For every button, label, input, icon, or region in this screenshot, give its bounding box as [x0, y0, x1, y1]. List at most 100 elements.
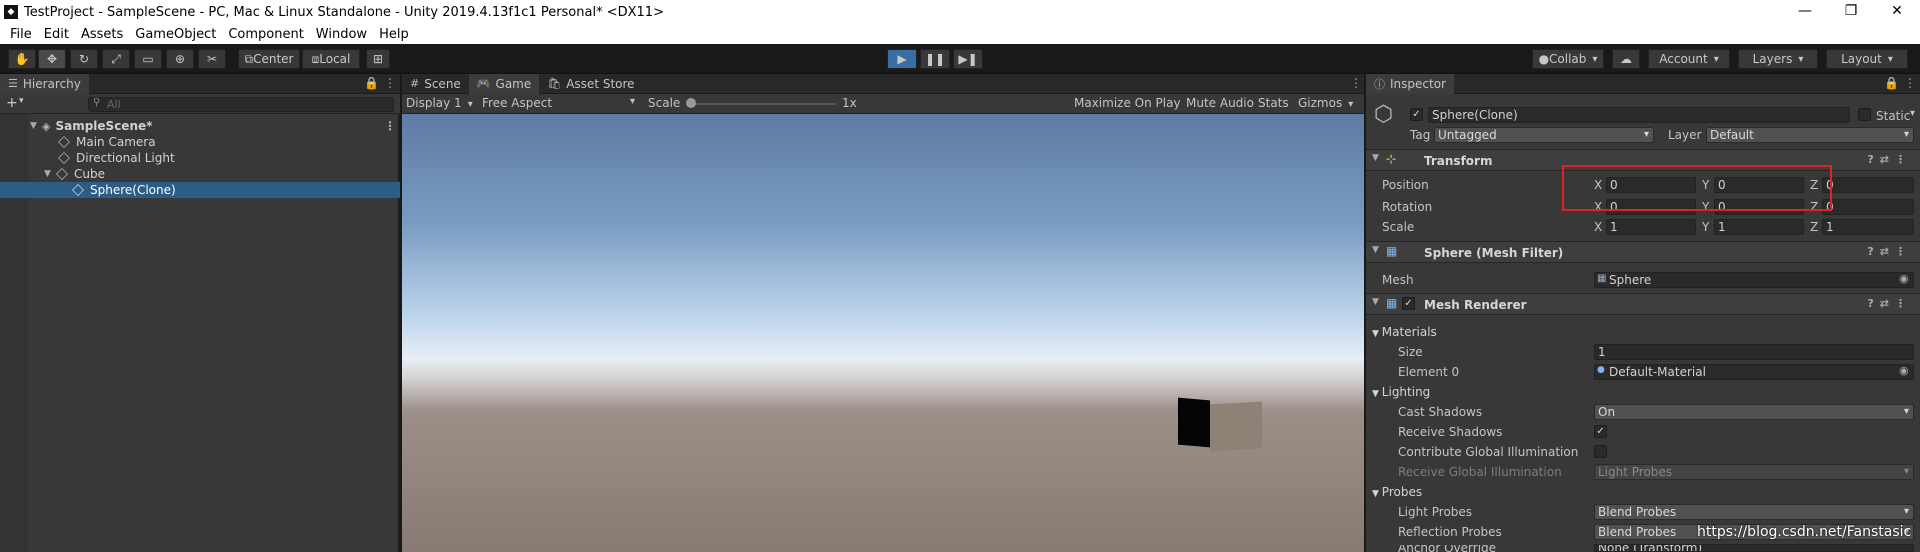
- more-menu-icon[interactable]: ⋮: [384, 76, 396, 90]
- object-picker-icon[interactable]: ◉: [1899, 272, 1909, 285]
- mesh-field[interactable]: Sphere: [1594, 272, 1914, 288]
- component-header-icons[interactable]: ?⇄⋮: [1867, 153, 1912, 166]
- menu-gameobject[interactable]: GameObject: [129, 27, 222, 42]
- object-name-field[interactable]: Sphere(Clone): [1428, 107, 1850, 123]
- cast-shadows-dropdown[interactable]: On: [1594, 404, 1914, 420]
- static-checkbox[interactable]: [1858, 108, 1871, 121]
- collapse-arrow-icon[interactable]: ▼: [1372, 153, 1379, 163]
- layer-dropdown[interactable]: Default: [1706, 127, 1914, 143]
- collab-button[interactable]: ● Collab: [1532, 49, 1604, 69]
- scale-z-field[interactable]: 1: [1822, 219, 1914, 235]
- expand-arrow-icon[interactable]: ▼: [30, 121, 42, 131]
- expand-arrow-icon[interactable]: ▼: [44, 169, 56, 179]
- rect-tool-icon[interactable]: ▭: [134, 49, 162, 69]
- scale-label: Scale: [648, 96, 681, 110]
- grid-snap-icon[interactable]: ⊞: [366, 49, 390, 69]
- size-label: Size: [1398, 345, 1423, 359]
- cloud-icon[interactable]: ☁: [1612, 49, 1640, 69]
- layout-dropdown[interactable]: Layout: [1826, 49, 1908, 69]
- more-menu-icon[interactable]: ⋮: [1904, 76, 1916, 90]
- pause-button[interactable]: ❚❚: [920, 49, 950, 69]
- element0-field[interactable]: Default-Material: [1594, 364, 1914, 380]
- menu-window[interactable]: Window: [310, 27, 373, 42]
- inspector-panel: ⓘ Inspector 🔒 ⋮ ⬡ ✓ Sphere(Clone) Static …: [1366, 73, 1920, 552]
- menu-assets[interactable]: Assets: [75, 27, 129, 42]
- rotate-tool-icon[interactable]: ↻: [70, 49, 98, 69]
- close-button[interactable]: ✕: [1874, 0, 1920, 24]
- custom-tool-icon[interactable]: ✂: [198, 49, 226, 69]
- menu-help[interactable]: Help: [373, 27, 415, 42]
- add-button[interactable]: +: [6, 95, 18, 111]
- tab-scene[interactable]: # Scene: [402, 74, 469, 94]
- scale-slider-handle[interactable]: [686, 98, 696, 108]
- scene-menu-icon[interactable]: ⋮: [384, 119, 396, 133]
- hierarchy-item-directional-light[interactable]: Directional Light: [0, 150, 400, 166]
- contribute-gi-checkbox[interactable]: [1594, 445, 1607, 458]
- static-dropdown-icon[interactable]: ▾: [1910, 108, 1915, 119]
- receive-shadows-label: Receive Shadows: [1398, 425, 1503, 439]
- scene-row[interactable]: ▼ ◈ SampleScene* ⋮: [0, 118, 400, 134]
- account-dropdown[interactable]: Account: [1648, 49, 1730, 69]
- component-header-icons[interactable]: ?⇄⋮: [1867, 245, 1912, 258]
- scale-x-field[interactable]: 1: [1606, 219, 1696, 235]
- tab-asset-store[interactable]: 🛍 Asset Store: [539, 74, 642, 94]
- transform-icon: ⊹: [1386, 152, 1397, 166]
- hand-tool-icon[interactable]: ✋: [8, 49, 36, 69]
- tab-game[interactable]: 🎮 Game: [468, 73, 540, 94]
- gizmos-dropdown[interactable]: Gizmos: [1298, 96, 1353, 110]
- menu-file[interactable]: File: [4, 27, 38, 42]
- maximize-on-play-toggle[interactable]: Maximize On Play: [1074, 96, 1181, 110]
- display-dropdown[interactable]: Display 1: [406, 96, 473, 110]
- space-local-button[interactable]: ⧈ Local: [302, 49, 360, 69]
- mute-audio-toggle[interactable]: Mute Audio: [1186, 96, 1254, 110]
- lock-icon[interactable]: 🔒: [1884, 76, 1899, 90]
- scale-y-field[interactable]: 1: [1714, 219, 1804, 235]
- collapse-arrow-icon[interactable]: ▼: [1372, 297, 1379, 307]
- add-dropdown-icon[interactable]: ▾: [19, 96, 24, 106]
- maximize-button[interactable]: ❐: [1828, 0, 1874, 24]
- hierarchy-item-cube[interactable]: ▼ Cube: [0, 166, 400, 182]
- tag-dropdown[interactable]: Untagged: [1434, 127, 1654, 143]
- tab-inspector[interactable]: ⓘ Inspector: [1366, 73, 1454, 94]
- game-viewport[interactable]: [402, 114, 1364, 552]
- rotation-z-field[interactable]: 0: [1822, 199, 1914, 215]
- transform-tool-icon[interactable]: ⊕: [166, 49, 194, 69]
- layers-dropdown[interactable]: Layers: [1738, 49, 1818, 69]
- gameobject-cube-icon: ⬡: [1374, 102, 1394, 127]
- materials-foldout[interactable]: ▼ Materials: [1372, 325, 1437, 339]
- reflection-probes-label: Reflection Probes: [1398, 525, 1502, 539]
- menu-edit[interactable]: Edit: [38, 27, 75, 42]
- axis-y-label: Y: [1702, 220, 1710, 234]
- light-probes-label: Light Probes: [1398, 505, 1473, 519]
- lighting-foldout[interactable]: ▼ Lighting: [1372, 385, 1430, 399]
- more-menu-icon[interactable]: ⋮: [1350, 76, 1362, 90]
- hierarchy-search-input[interactable]: All: [88, 97, 394, 112]
- mesh-filter-header[interactable]: ▼ ▦ Sphere (Mesh Filter) ?⇄⋮: [1366, 241, 1920, 263]
- hierarchy-item-sphere-clone[interactable]: Sphere(Clone): [0, 182, 400, 198]
- move-tool-icon[interactable]: ✥: [38, 49, 66, 69]
- renderer-enabled-checkbox[interactable]: ✓: [1402, 297, 1415, 310]
- scale-slider-track[interactable]: [688, 103, 836, 105]
- mesh-renderer-header[interactable]: ▼ ▦ ✓ Mesh Renderer ?⇄⋮: [1366, 293, 1920, 315]
- lock-icon[interactable]: 🔒: [364, 76, 379, 90]
- component-header-icons[interactable]: ?⇄⋮: [1867, 297, 1912, 310]
- step-button[interactable]: ▶❚: [953, 49, 983, 69]
- light-probes-dropdown[interactable]: Blend Probes: [1594, 504, 1914, 520]
- aspect-dropdown[interactable]: Free Aspect ▾: [482, 96, 642, 110]
- minimize-button[interactable]: —: [1782, 0, 1828, 24]
- play-button[interactable]: ▶: [887, 49, 917, 69]
- tab-hierarchy[interactable]: ☰ Hierarchy: [0, 73, 89, 94]
- scale-tool-icon[interactable]: ⤢: [102, 49, 130, 69]
- materials-size-field[interactable]: 1: [1594, 344, 1914, 360]
- probes-foldout[interactable]: ▼ Probes: [1372, 485, 1422, 499]
- collapse-arrow-icon[interactable]: ▼: [1372, 245, 1379, 255]
- pivot-center-button[interactable]: ⧉ Center: [238, 49, 300, 69]
- active-checkbox[interactable]: ✓: [1410, 108, 1423, 121]
- menu-component[interactable]: Component: [222, 27, 309, 42]
- object-picker-icon[interactable]: ◉: [1899, 364, 1909, 377]
- stats-toggle[interactable]: Stats: [1258, 96, 1289, 110]
- hierarchy-item-main-camera[interactable]: Main Camera: [0, 134, 400, 150]
- receive-shadows-checkbox[interactable]: ✓: [1594, 425, 1607, 438]
- anchor-override-field[interactable]: None (Transform): [1594, 544, 1914, 552]
- position-z-field[interactable]: 0: [1822, 177, 1914, 193]
